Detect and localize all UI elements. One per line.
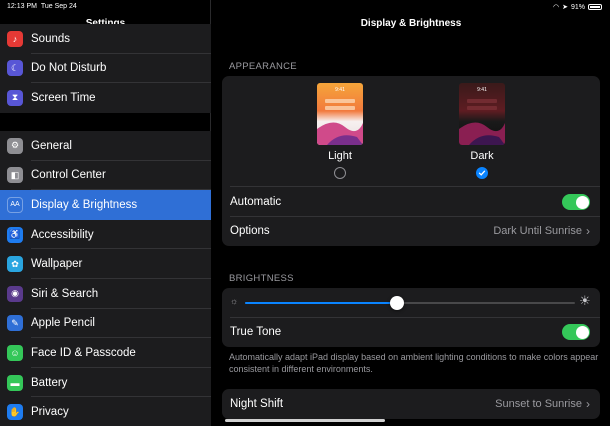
sidebar-group-notifications: ♪ Sounds ☾ Do Not Disturb ⧗ Screen Time [0,24,211,113]
light-label: Light [328,150,352,162]
dark-radio-checked[interactable] [476,167,488,179]
sidebar-item-display-brightness[interactable]: AA Display & Brightness [0,190,211,220]
true-tone-description: Automatically adapt iPad display based o… [229,352,599,374]
sidebar-item-wallpaper[interactable]: ✿ Wallpaper [0,249,211,279]
sidebar-item-label: Battery [31,376,68,389]
automatic-row[interactable]: Automatic [222,187,600,217]
sidebar-item-label: Do Not Disturb [31,62,107,75]
page-title: Display & Brightness [360,18,462,29]
dark-label: Dark [470,150,494,162]
sidebar-item-label: Privacy [31,406,69,419]
brightness-slider-fill [245,302,397,304]
speaker-icon: ♪ [7,30,23,47]
true-tone-toggle[interactable] [562,324,590,340]
sidebar-item-label: General [31,139,72,152]
sidebar-item-privacy[interactable]: ✋ Privacy [0,397,211,426]
sidebar-item-label: Display & Brightness [31,198,138,211]
toggles-icon: ◧ [7,167,23,184]
chevron-right-icon: › [586,397,590,411]
sidebar-item-screen-time[interactable]: ⧗ Screen Time [0,83,211,113]
siri-icon: ◉ [7,285,23,302]
battery-level-icon [588,4,602,10]
pencil-icon: ✎ [7,315,23,332]
appearance-card: 9:41 Light 9:41 Dark Automatic Options D… [222,76,600,246]
toggle-knob [575,195,589,209]
text-size-icon: AA [7,196,23,213]
sidebar-item-control-center[interactable]: ◧ Control Center [0,161,211,191]
wifi-icon: ◠ [553,4,560,11]
night-shift-value-text: Sunset to Sunrise [495,398,582,410]
hand-icon: ✋ [7,404,23,421]
sidebar-item-label: Wallpaper [31,258,83,271]
location-icon: ➤ [562,4,568,11]
sidebar-item-label: Face ID & Passcode [31,346,136,359]
status-time-date: 12:13 PM Tue Sep 24 [7,3,77,10]
options-label: Options [230,225,270,237]
sidebar-item-label: Accessibility [31,228,94,241]
status-date: Tue Sep 24 [40,3,77,10]
chevron-right-icon: › [586,224,590,238]
night-shift-label: Night Shift [230,398,284,410]
hourglass-icon: ⧗ [7,89,23,106]
battery-percent: 91% [570,3,585,11]
sidebar-item-label: Screen Time [31,91,96,104]
sidebar-item-apple-pencil[interactable]: ✎ Apple Pencil [0,309,211,339]
light-wallpaper-shapes [317,99,363,145]
display-brightness-panel: Display & Brightness APPEARANCE 9:41 Lig… [212,0,610,426]
sidebar-item-sounds[interactable]: ♪ Sounds [0,24,211,54]
true-tone-label: True Tone [230,326,282,338]
options-value: Dark Until Sunrise › [493,224,590,238]
brightness-slider-knob[interactable] [389,296,404,310]
face-id-icon: ☺ [7,344,23,361]
sidebar-group-system: ⚙ General ◧ Control Center AA Display & Brigh… [0,131,211,426]
gear-icon: ⚙ [7,137,23,154]
toggle-knob [575,325,589,339]
sidebar-item-label: Apple Pencil [31,317,95,330]
sidebar-item-label: Control Center [31,169,106,182]
light-radio[interactable] [334,167,346,179]
sidebar-item-siri-search[interactable]: ◉ Siri & Search [0,279,211,309]
night-shift-value: Sunset to Sunrise › [495,397,590,411]
options-row[interactable]: Options Dark Until Sunrise › [222,216,600,246]
sidebar-item-do-not-disturb[interactable]: ☾ Do Not Disturb [0,54,211,84]
dark-mode-thumbnail[interactable]: 9:41 [459,83,505,145]
dark-wallpaper-shapes [459,99,505,145]
true-tone-row[interactable]: True Tone [222,317,600,347]
settings-sidebar: Settings ♪Sounds☾Do Not Disturb⧗Screen T… [0,0,211,426]
automatic-label: Automatic [230,196,282,208]
sidebar-item-battery[interactable]: ▬ Battery [0,368,211,398]
flower-icon: ✿ [7,256,23,273]
status-time: 12:13 PM [7,3,37,10]
automatic-toggle[interactable] [562,194,590,210]
sidebar-item-accessibility[interactable]: ♿ Accessibility [0,220,211,250]
brightness-card: ☼ ☀ True Tone [222,288,600,347]
brightness-slider-track[interactable] [245,302,575,304]
status-right: ◠ ➤ 91% [553,3,602,11]
sidebar-item-label: Siri & Search [31,287,99,300]
night-shift-card: Night Shift Sunset to Sunrise › [222,389,600,419]
home-indicator[interactable] [225,419,385,422]
sun-small-icon: ☼ [230,296,239,306]
status-bar: 12:13 PM Tue Sep 24 ◠ ➤ 91% [0,0,610,14]
accessibility-icon: ♿ [7,226,23,243]
sun-large-icon: ☀ [579,293,591,308]
moon-icon: ☾ [7,60,23,77]
checkmark-icon [478,170,486,176]
appearance-header: APPEARANCE [229,61,297,72]
sidebar-item-general[interactable]: ⚙ General [0,131,211,161]
night-shift-row[interactable]: Night Shift Sunset to Sunrise › [222,389,600,419]
sidebar-item-face-id-passcode[interactable]: ☺ Face ID & Passcode [0,338,211,368]
light-mode-thumbnail[interactable]: 9:41 [317,83,363,145]
sidebar-item-label: Sounds [31,32,71,45]
battery-icon: ▬ [7,374,23,391]
brightness-header: BRIGHTNESS [229,273,294,284]
options-value-text: Dark Until Sunrise [493,225,582,237]
